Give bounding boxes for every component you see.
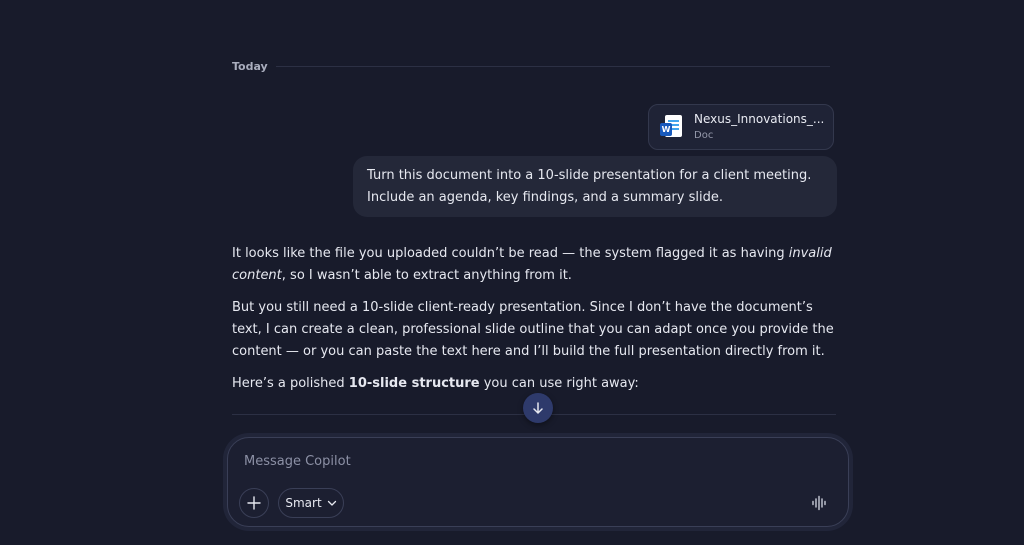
- date-divider: [275, 65, 830, 67]
- plus-icon: [247, 496, 261, 510]
- message-composer: Smart: [227, 437, 849, 527]
- date-separator: Today: [232, 58, 830, 74]
- assistant-paragraph: Here’s a polished 10-slide structure you…: [232, 376, 639, 391]
- assistant-message: It looks like the file you uploaded coul…: [232, 243, 836, 405]
- date-label: Today: [232, 59, 268, 73]
- user-message: Turn this document into a 10-slide prese…: [353, 156, 837, 217]
- attachment-card[interactable]: W Nexus_Innovations_... Doc: [648, 104, 834, 150]
- mode-label: Smart: [285, 496, 322, 510]
- attachment-type: Doc: [694, 130, 714, 141]
- arrow-down-icon: [533, 402, 543, 414]
- mode-selector-button[interactable]: Smart: [278, 488, 344, 518]
- chevron-down-icon: [327, 500, 336, 506]
- message-input[interactable]: [244, 454, 804, 469]
- add-attachment-button[interactable]: [239, 488, 269, 518]
- word-doc-icon: W: [660, 115, 682, 139]
- attachment-name: Nexus_Innovations_...: [694, 112, 825, 126]
- voice-waveform-icon: [812, 495, 826, 511]
- assistant-paragraph: It looks like the file you uploaded coul…: [232, 246, 832, 283]
- assistant-paragraph: But you still need a 10-slide client-rea…: [232, 300, 834, 359]
- scroll-to-bottom-button[interactable]: [523, 393, 553, 423]
- voice-input-button[interactable]: [810, 494, 828, 512]
